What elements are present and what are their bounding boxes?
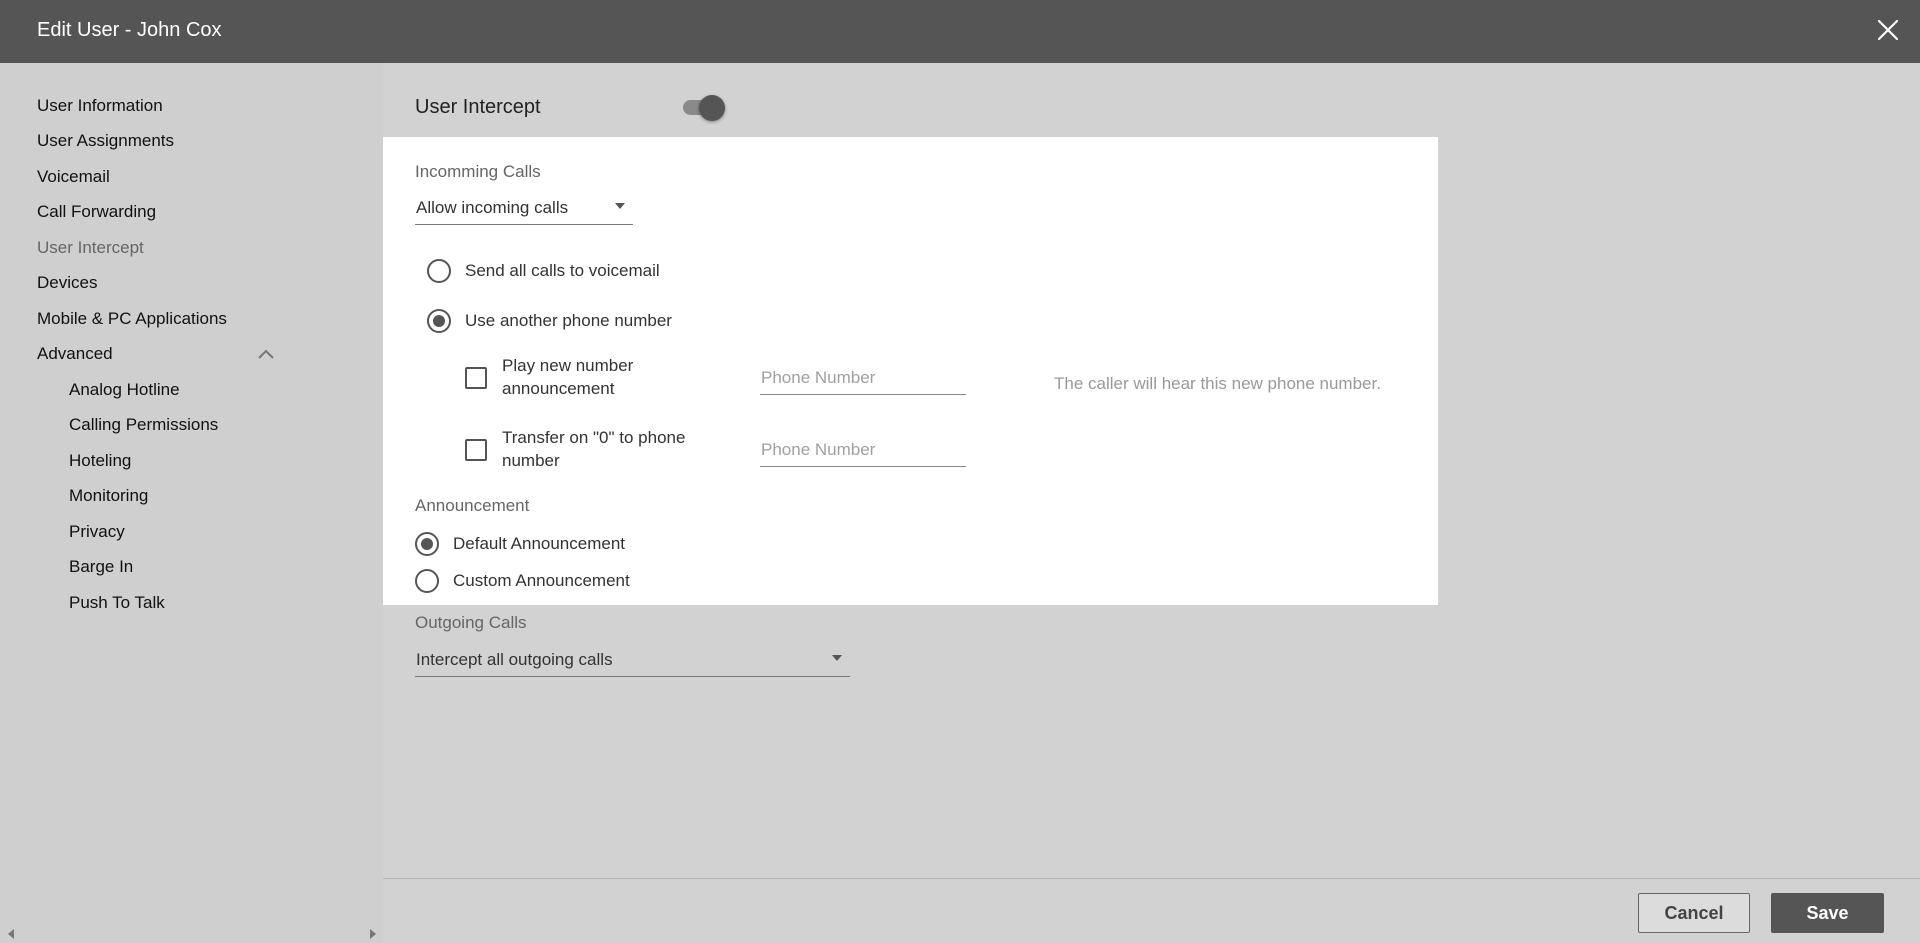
radio-default-announcement[interactable] [415, 532, 439, 556]
dialog-title: Edit User - John Cox [37, 19, 222, 41]
sidebar-nav: User Information User Assignments Voicem… [0, 63, 383, 943]
play-announcement-checkbox[interactable] [465, 367, 487, 389]
incoming-calls-select[interactable]: Allow incoming calls [415, 195, 633, 225]
sidebar-subitem-monitoring[interactable]: Monitoring [69, 486, 148, 506]
sidebar-item-call-forwarding[interactable]: Call Forwarding [37, 202, 156, 222]
user-intercept-heading: User Intercept [415, 96, 541, 118]
dialog-footer: Cancel Save [383, 878, 1920, 943]
sidebar-item-advanced[interactable]: Advanced [37, 344, 113, 364]
announcement-label: Announcement [415, 496, 530, 515]
incoming-calls-card: Incomming Calls Allow incoming calls Sen… [383, 137, 1438, 605]
sidebar-subitem-analog-hotline[interactable]: Analog Hotline [69, 380, 180, 400]
incoming-calls-label: Incomming Calls [415, 162, 541, 181]
sidebar-subitem-push-to-talk[interactable]: Push To Talk [69, 593, 165, 613]
cancel-button[interactable]: Cancel [1638, 893, 1750, 933]
save-button[interactable]: Save [1771, 893, 1884, 933]
play-announcement-phone-input[interactable] [760, 361, 966, 395]
incoming-calls-selected-value: Allow incoming calls [416, 198, 569, 217]
user-intercept-toggle[interactable] [681, 93, 727, 121]
sidebar-item-user-information[interactable]: User Information [37, 96, 163, 116]
dialog-header: Edit User - John Cox [0, 0, 1920, 63]
send-to-voicemail-label: Send all calls to voicemail [465, 261, 660, 280]
scroll-left-icon[interactable] [6, 927, 16, 939]
scroll-right-icon[interactable] [368, 927, 378, 939]
sidebar-subitem-barge-in[interactable]: Barge In [69, 557, 133, 577]
sidebar-subitem-hoteling[interactable]: Hoteling [69, 451, 131, 471]
use-another-number-label: Use another phone number [465, 311, 672, 330]
outgoing-calls-select[interactable]: Intercept all outgoing calls [415, 647, 850, 677]
sidebar-item-mobile-pc-applications[interactable]: Mobile & PC Applications [37, 309, 227, 329]
dropdown-arrow-icon [615, 203, 625, 209]
toggle-knob [699, 95, 725, 121]
main-content: User Intercept Incomming Calls Allow inc… [383, 63, 1920, 878]
transfer-zero-label: Transfer on "0" to phone number [502, 428, 686, 470]
outgoing-calls-label: Outgoing Calls [415, 613, 527, 632]
dropdown-arrow-icon [832, 655, 842, 661]
chevron-up-icon[interactable] [256, 347, 276, 361]
outgoing-calls-selected-value: Intercept all outgoing calls [416, 650, 613, 669]
sidebar-item-user-intercept[interactable]: User Intercept [37, 238, 144, 258]
sidebar-item-user-assignments[interactable]: User Assignments [37, 131, 174, 151]
sidebar-subitem-privacy[interactable]: Privacy [69, 522, 125, 542]
radio-use-another-number[interactable] [427, 309, 451, 333]
transfer-zero-checkbox[interactable] [465, 439, 487, 461]
sidebar-subitem-calling-permissions[interactable]: Calling Permissions [69, 415, 218, 435]
default-announcement-label: Default Announcement [453, 534, 626, 553]
transfer-zero-phone-input[interactable] [760, 433, 966, 467]
sidebar-item-devices[interactable]: Devices [37, 273, 97, 293]
close-icon[interactable] [1872, 14, 1904, 46]
play-announcement-label: Play new number announcement [502, 356, 634, 398]
announcement-hint: The caller will hear this new phone numb… [1054, 374, 1381, 393]
radio-send-to-voicemail[interactable] [427, 259, 451, 283]
radio-custom-announcement[interactable] [415, 569, 439, 593]
custom-announcement-label: Custom Announcement [453, 571, 630, 590]
sidebar-item-voicemail[interactable]: Voicemail [37, 167, 110, 187]
